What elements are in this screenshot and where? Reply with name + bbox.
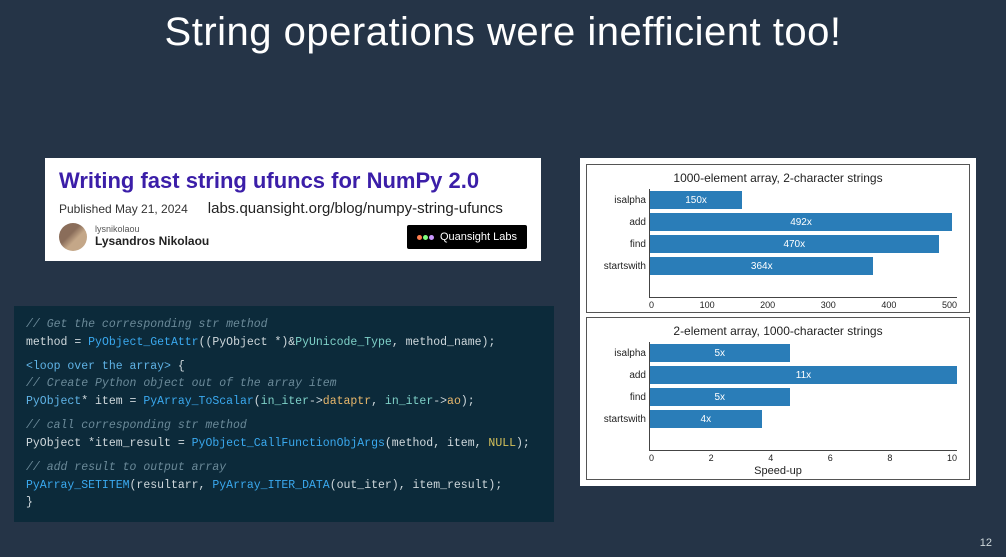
xtick-label: 100 [700, 300, 715, 310]
xtick-label: 0 [649, 453, 654, 463]
bar-value-label: 150x [685, 195, 707, 206]
bar: 11x [650, 366, 957, 384]
page-number: 12 [980, 537, 992, 549]
chart-top: 1000-element array, 2-character strings … [586, 164, 970, 313]
bar-value-label: 470x [783, 239, 805, 250]
chart-title: 1000-element array, 2-character strings [591, 171, 965, 185]
code-snippet: // Get the corresponding str method meth… [14, 306, 554, 522]
code-line: PyArray_SETITEM(resultarr, PyArray_ITER_… [26, 477, 542, 495]
bar-row: find5x [650, 386, 957, 408]
chart-body: isalpha5xadd11xfind5xstartswith4x [649, 342, 957, 451]
bar-value-label: 11x [796, 370, 811, 381]
bar-value-label: 492x [790, 217, 812, 228]
code-line: // Create Python object out of the array… [26, 377, 337, 390]
chart-body: isalpha150xadd492xfind470xstartswith364x [649, 189, 957, 298]
author-handle: lysnikolaou [95, 225, 209, 234]
bar-row: startswith4x [650, 408, 957, 430]
code-line: // add result to output array [26, 461, 226, 474]
badge-label: Quansight Labs [440, 231, 517, 243]
code-line: } [26, 494, 542, 512]
code-line: // call corresponding str method [26, 419, 247, 432]
bar: 150x [650, 191, 742, 209]
xtick-label: 10 [947, 453, 957, 463]
slide: String operations were inefficient too! … [0, 0, 1006, 557]
bar-row: find470x [650, 233, 957, 255]
quansight-logo-icon [417, 235, 434, 240]
xtick-label: 300 [821, 300, 836, 310]
bar: 364x [650, 257, 873, 275]
bar-row: add11x [650, 364, 957, 386]
bar: 470x [650, 235, 939, 253]
bar-value-label: 4x [701, 414, 712, 425]
xtick-label: 500 [942, 300, 957, 310]
bar-category-label: startswith [592, 414, 646, 425]
bar-row: isalpha5x [650, 342, 957, 364]
author-block: lysnikolaou Lysandros Nikolaou [59, 223, 209, 251]
bar-row: add492x [650, 211, 957, 233]
code-line: PyObject* item = PyArray_ToScalar(in_ite… [26, 393, 542, 411]
blog-headline: Writing fast string ufuncs for NumPy 2.0 [59, 168, 527, 194]
bar: 492x [650, 213, 952, 231]
xtick-label: 400 [881, 300, 896, 310]
code-line: PyObject *item_result = PyObject_CallFun… [26, 435, 542, 453]
bar-category-label: add [592, 370, 646, 381]
chart-xaxis: 0 2 4 6 8 10 [649, 453, 957, 463]
bar-value-label: 364x [751, 261, 773, 272]
bar-category-label: add [592, 217, 646, 228]
bar-category-label: find [592, 392, 646, 403]
bar-row: startswith364x [650, 255, 957, 277]
xtick-label: 8 [887, 453, 892, 463]
blog-card: Writing fast string ufuncs for NumPy 2.0… [45, 158, 541, 261]
bar: 5x [650, 344, 790, 362]
xtick-label: 6 [828, 453, 833, 463]
author-avatar [59, 223, 87, 251]
code-line: // Get the corresponding str method [26, 318, 268, 331]
blog-published-date: Published May 21, 2024 [59, 202, 188, 216]
bar-value-label: 5x [714, 348, 725, 359]
blog-url: labs.quansight.org/blog/numpy-string-ufu… [208, 200, 503, 217]
bar-value-label: 5x [714, 392, 725, 403]
bar-category-label: isalpha [592, 348, 646, 359]
xtick-label: 2 [709, 453, 714, 463]
code-line: method = PyObject_GetAttr((PyObject *)&P… [26, 334, 542, 352]
bar-row: isalpha150x [650, 189, 957, 211]
chart-bottom: 2-element array, 1000-character strings … [586, 317, 970, 480]
slide-title: String operations were inefficient too! [0, 0, 1006, 55]
bar: 5x [650, 388, 790, 406]
bar-category-label: startswith [592, 261, 646, 272]
charts-panel: 1000-element array, 2-character strings … [580, 158, 976, 486]
bar: 4x [650, 410, 762, 428]
bar-category-label: find [592, 239, 646, 250]
xtick-label: 200 [760, 300, 775, 310]
xtick-label: 0 [649, 300, 654, 310]
code-line: <loop over the array> { [26, 358, 542, 376]
quansight-labs-badge: Quansight Labs [407, 225, 527, 249]
author-name: Lysandros Nikolaou [95, 234, 209, 248]
chart-xlabel: Speed-up [591, 465, 965, 477]
chart-xaxis: 0 100 200 300 400 500 [649, 300, 957, 310]
bar-category-label: isalpha [592, 195, 646, 206]
xtick-label: 4 [768, 453, 773, 463]
chart-title: 2-element array, 1000-character strings [591, 324, 965, 338]
